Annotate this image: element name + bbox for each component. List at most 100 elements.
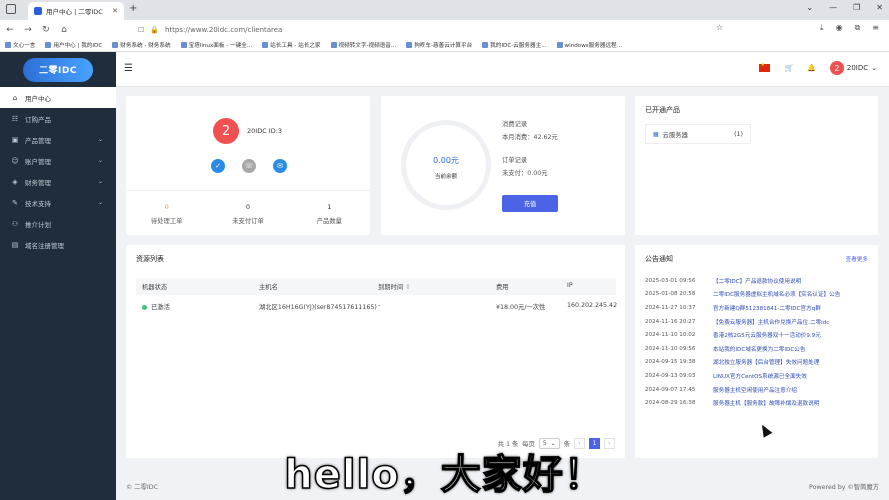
account-icon[interactable]: ◉ bbox=[836, 23, 843, 33]
bookmark-icon bbox=[406, 42, 413, 48]
video-subtitle: hello，大家好！ bbox=[283, 451, 605, 499]
notice-title[interactable]: 服务器主机【服务款】故障补偿及退款说明 bbox=[713, 399, 819, 407]
username: 20IDC bbox=[846, 64, 869, 72]
stat-product-count[interactable]: 1 产品数量 bbox=[289, 203, 370, 225]
list-item[interactable]: 2024-11-10 10:02 香港2核2G5元云服务器双十一活动价9.9元 bbox=[645, 328, 875, 342]
notice-title[interactable]: 香港2核2G5元云服务器双十一活动价9.9元 bbox=[713, 331, 821, 339]
notice-title[interactable]: 官方新建Q群512381841-二零IDC官方q群 bbox=[713, 304, 821, 312]
user-menu[interactable]: 2 20IDC ⌄ bbox=[829, 61, 877, 75]
menu-icon[interactable]: ≡ bbox=[872, 23, 879, 33]
sidebar: 二零IDC ⌂ 用户中心 ☷ 订购产品 ▣ 产品管理 ⌄ ☺ 账户管理 ⌄ ◈ 财务管理 ⌄ ✎ 技术支持 ⌄… bbox=[0, 52, 116, 500]
toolbar-icons: ⤓ ◉ ⧉ ≡ bbox=[820, 23, 879, 33]
close-window-icon[interactable]: ✕ bbox=[876, 3, 883, 12]
bookmark-item[interactable]: 宝塔linux面板 - 一键全... bbox=[180, 41, 252, 49]
notice-title[interactable]: 【二零IDC】产品退款协议使用说明 bbox=[713, 277, 801, 285]
cart-icon: ☷ bbox=[11, 114, 19, 123]
notice-title[interactable]: 本站我的IDC域名更换为二零IDC公告 bbox=[713, 345, 805, 353]
bookmark-item[interactable]: 视频转文字-视频语音... bbox=[330, 41, 396, 49]
tab-overview-icon[interactable] bbox=[6, 4, 16, 14]
bookmark-icon bbox=[112, 42, 119, 48]
list-item[interactable]: 2024-11-16 20:27 【免费云服务器】主机合作兑换产品位:二零idc bbox=[645, 315, 875, 329]
sidebar-item-5[interactable]: ✎ 技术支持 ⌄ bbox=[0, 192, 116, 213]
notice-date: 2024-11-27 10:37 bbox=[645, 304, 696, 311]
logo[interactable]: 二零IDC bbox=[23, 57, 93, 82]
bookmark-item[interactable]: 文心一言 bbox=[5, 41, 35, 49]
stat-pending-tickets[interactable]: 0 待处理工单 bbox=[126, 203, 207, 225]
bookmark-item[interactable]: 站长工具 - 站长之家 bbox=[262, 41, 321, 49]
phone-icon[interactable]: ☏ bbox=[242, 159, 256, 173]
sidebar-item-label: 财务管理 bbox=[25, 178, 51, 187]
list-item[interactable]: 2024-08-29 16:38 服务器主机【服务款】故障补偿及退款说明 bbox=[645, 396, 875, 410]
bell-icon[interactable]: 🔔 bbox=[807, 64, 816, 72]
bookmark-item[interactable]: windows服务器远程... bbox=[556, 41, 622, 49]
maximize-icon[interactable]: ❐ bbox=[853, 3, 860, 12]
verified-icon[interactable]: ✓ bbox=[211, 159, 225, 173]
recharge-button[interactable]: 充值 bbox=[502, 195, 558, 212]
forward-icon[interactable]: → bbox=[20, 25, 36, 35]
notices-title: 公告通知 bbox=[645, 255, 673, 263]
row-hostname[interactable]: 湖北区16H16G(YJ)(ser874517611165) bbox=[259, 302, 377, 311]
bookmark-icon bbox=[330, 42, 337, 48]
list-item[interactable]: 2024-11-10 09:56 本站我的IDC域名更换为二零IDC公告 bbox=[645, 342, 875, 356]
home-nav-icon[interactable]: ⌂ bbox=[56, 25, 72, 35]
china-flag-icon[interactable] bbox=[759, 62, 771, 72]
notice-title[interactable]: 二零IDC服务器虚拟主机域名必须【实名认证】公告 bbox=[713, 290, 840, 298]
resources-card: 资源列表 机器状态 主机名 到期时间 ⇕ 费用 IP 已激活 湖北区16H16G… bbox=[126, 245, 625, 458]
list-item[interactable]: 2025-03-01 09:56 【二零IDC】产品退款协议使用说明 bbox=[645, 274, 875, 288]
list-item[interactable]: 2024-09-15 19:38 湖北独立服务器【后台管理】失效问题处理 bbox=[645, 356, 875, 370]
notice-title[interactable]: 【免费云服务器】主机合作兑换产品位:二零idc bbox=[713, 318, 829, 326]
email-icon[interactable]: ✉ bbox=[273, 159, 287, 173]
bookmark-item[interactable]: 财务系统 - 财务系统 bbox=[112, 41, 171, 49]
bookmark-item[interactable]: 我的IDC-云服务器主... bbox=[482, 41, 547, 49]
bookmark-item[interactable]: 狗咚车-慈善云计算平台 bbox=[406, 41, 472, 49]
notice-title[interactable]: 湖北独立服务器【后台管理】失效问题处理 bbox=[713, 358, 819, 366]
sidebar-item-0[interactable]: ⌂ 用户中心 bbox=[0, 87, 116, 108]
list-item[interactable]: 2025-01-08 20:58 二零IDC服务器虚拟主机域名必须【实名认证】公告 bbox=[645, 288, 875, 302]
sidebar-item-3[interactable]: ☺ 账户管理 ⌄ bbox=[0, 150, 116, 171]
close-tab-icon[interactable]: ✕ bbox=[112, 7, 118, 15]
notice-list: 2025-03-01 09:56 【二零IDC】产品退款协议使用说明 2025-01… bbox=[645, 274, 875, 410]
list-item[interactable]: 2024-09-13 09:03 LINUX官方CentOS系统源已全面失效 bbox=[645, 369, 875, 383]
hamburger-icon[interactable]: ☰ bbox=[124, 63, 133, 74]
reload-icon[interactable]: ↻ bbox=[38, 25, 54, 35]
list-item[interactable]: 2024-09-07 17:45 服务器主机空闲使用产品注意介绍 bbox=[645, 383, 875, 397]
list-item[interactable]: 2024-11-27 10:37 官方新建Q群512381841-二零IDC官方q… bbox=[645, 301, 875, 315]
stat-unpaid-orders[interactable]: 0 未支付订单 bbox=[207, 203, 288, 225]
url-field[interactable]: ☐ 🔒 https://www.20idc.com/clientarea bbox=[138, 23, 728, 36]
notice-title[interactable]: 服务器主机空闲使用产品注意介绍 bbox=[713, 386, 797, 394]
col-status: 机器状态 bbox=[142, 284, 168, 291]
browser-tab[interactable]: 用户中心 | 二零IDC ✕ bbox=[28, 2, 124, 20]
bookmark-star-icon[interactable]: ☆ bbox=[716, 23, 723, 32]
balance-card: 0.00元 当前余额 消费记录 本月消费：42.62元 订单记录 未支付：0.0… bbox=[381, 96, 625, 235]
browser-tab-bar: 用户中心 | 二零IDC ✕ + ⌄ — ❐ ✕ bbox=[0, 0, 889, 20]
sidebar-item-7[interactable]: ▤ 域名注册管理 bbox=[0, 234, 116, 255]
cart-header-icon[interactable]: 🛒 bbox=[784, 64, 793, 72]
sidebar-item-1[interactable]: ☷ 订购产品 bbox=[0, 108, 116, 129]
url-text: https://www.20idc.com/clientarea bbox=[165, 25, 283, 34]
view-more-link[interactable]: 查看更多 bbox=[846, 255, 868, 263]
table-row[interactable]: 已激活 湖北区16H16G(YJ)(ser874517611165) - ¥18… bbox=[136, 298, 617, 315]
minimize-icon[interactable]: — bbox=[829, 3, 837, 12]
sidebar-item-2[interactable]: ▣ 产品管理 ⌄ bbox=[0, 129, 116, 150]
row-expire: - bbox=[378, 302, 381, 309]
notice-title[interactable]: LINUX官方CentOS系统源已全面失效 bbox=[713, 372, 807, 380]
notice-date: 2024-11-16 20:27 bbox=[645, 318, 696, 325]
extension-icon[interactable]: ⧉ bbox=[855, 23, 861, 33]
download-icon[interactable]: ⤓ bbox=[820, 23, 824, 33]
sidebar-item-4[interactable]: ◈ 财务管理 ⌄ bbox=[0, 171, 116, 192]
referral-icon: ⚇ bbox=[11, 219, 19, 228]
new-tab-icon[interactable]: + bbox=[129, 3, 137, 14]
dropdown-icon[interactable]: ⌄ bbox=[806, 3, 813, 12]
consume-record-link[interactable]: 消费记录 bbox=[502, 118, 558, 131]
back-icon[interactable]: ← bbox=[2, 25, 18, 35]
sidebar-item-6[interactable]: ⚇ 推介计划 bbox=[0, 213, 116, 234]
avatar: 2 bbox=[829, 61, 844, 75]
sidebar-item-label: 推介计划 bbox=[25, 220, 51, 229]
product-item-cloud-server[interactable]: ▦ 云服务器 (1) bbox=[645, 124, 751, 144]
col-expire[interactable]: 到期时间 ⇕ bbox=[378, 282, 410, 291]
order-record-link[interactable]: 订单记录 bbox=[502, 154, 558, 167]
header-right: 🛒 🔔 2 20IDC ⌄ bbox=[759, 61, 877, 75]
chevron-down-icon: ⌄ bbox=[97, 157, 103, 164]
bookmark-item[interactable]: 用户中心 | 我的IDC bbox=[45, 41, 102, 49]
products-title: 已开通产品 bbox=[645, 106, 680, 114]
